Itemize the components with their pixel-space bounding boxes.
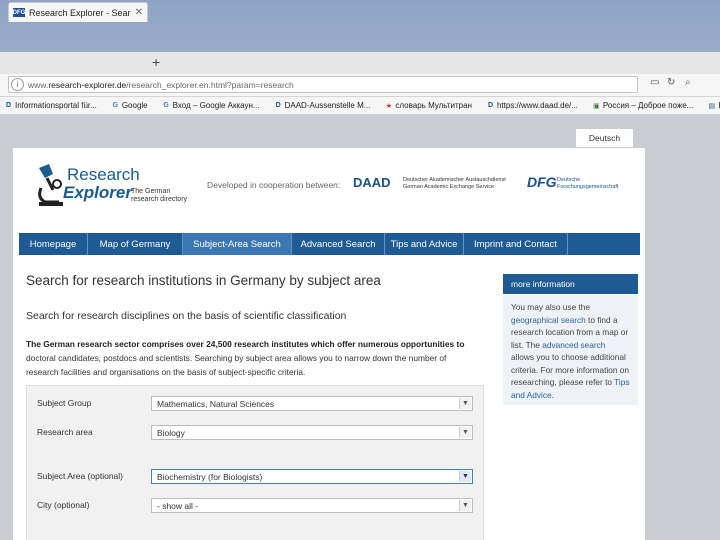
bookmark-item[interactable]: ▤Немецкий язык (703, 101, 720, 110)
bookmark-favicon-icon: ★ (385, 102, 393, 110)
chevron-down-icon: ▼ (459, 471, 471, 482)
dfg-favicon-icon: DFG (12, 8, 26, 17)
main-navigation: Homepage Map of Germany Subject-Area Searc… (19, 233, 640, 255)
research-explorer-logo[interactable]: Research Explorer The German research di… (33, 160, 193, 208)
subject-area-select[interactable]: Biochemistry (for Biologists) ▼ (151, 469, 473, 484)
bookmark-item[interactable]: G Вход – Google Аккаун... (158, 101, 260, 110)
dfg-subtitle: Deutsche Forschungsgemeinschaft (557, 177, 619, 190)
bookmark-favicon-icon: D (5, 102, 12, 109)
research-area-select[interactable]: Biology ▼ (151, 425, 473, 440)
bookmark-favicon-icon: D (487, 102, 493, 109)
bookmark-favicon-icon: ▤ (708, 102, 716, 110)
cooperation-text: Developed in cooperation between: (207, 180, 341, 190)
logo-text-research: Research (67, 165, 140, 184)
bookmark-item[interactable]: G Google (107, 101, 148, 110)
tab-title: Research Explorer - Search... (29, 7, 131, 18)
daad-logo[interactable]: DAAD (353, 175, 391, 190)
page-container: Research Explorer The German research di… (13, 148, 645, 540)
browser-tab-active[interactable]: DFG Research Explorer - Search... ✕ (8, 2, 148, 22)
bookmark-label: Google (121, 101, 148, 110)
page-title: Search for research institutions in Germ… (26, 273, 381, 288)
intro-paragraph: The German research sector comprises ove… (26, 339, 465, 377)
reload-icon[interactable]: ↻ (667, 77, 675, 88)
advanced-search-link[interactable]: advanced search (542, 340, 605, 350)
bookmark-label: Вход – Google Аккаун... (172, 101, 260, 110)
language-switch-button[interactable]: Deutsch (575, 128, 634, 148)
daad-subtitle: Deutscher Akademischer Austauschdienst G… (403, 177, 506, 190)
logo-text-explorer: Explorer (63, 183, 132, 202)
logo-subtitle: The German research directory (131, 188, 188, 203)
bookmark-label: Informationsportal für... (15, 101, 97, 110)
nav-item-map-of-germany[interactable]: Map of Germany (88, 233, 183, 255)
bookmark-favicon-icon: G (112, 102, 119, 109)
subject-group-select[interactable]: Mathematics, Natural Sciences ▼ (151, 396, 473, 411)
page-subtitle: Search for research disciplines on the b… (26, 310, 347, 322)
bookmark-item[interactable]: D DAAD-Aussenstelle M... (270, 101, 371, 110)
nav-item-homepage[interactable]: Homepage (19, 233, 88, 255)
bookmark-label: https://www.daad.de/... (496, 101, 578, 110)
dfg-logo[interactable]: DFG (527, 174, 557, 190)
nav-item-tips-and-advice[interactable]: Tips and Advice (385, 233, 464, 255)
new-tab-button[interactable]: + (152, 54, 160, 70)
nav-item-subject-area-search[interactable]: Subject-Area Search (183, 233, 292, 255)
bookmark-label: DAAD-Aussenstelle M... (284, 101, 371, 110)
sidebar-info-box: You may also use the geographical search… (503, 295, 638, 405)
nav-item-imprint-and-contact[interactable]: Imprint and Contact (464, 233, 568, 255)
bookmark-item[interactable]: ▣ Россия – Доброе поже... (588, 101, 693, 110)
chevron-down-icon: ▼ (459, 500, 471, 511)
city-select[interactable]: - show all - ▼ (151, 498, 473, 513)
bookmark-label: словарь Мультитран (395, 101, 472, 110)
research-area-label: Research area (37, 427, 93, 437)
chevron-down-icon: ▼ (459, 398, 471, 409)
bookmark-favicon-icon: D (275, 102, 281, 109)
bookmarks-bar: D Informationsportal für... G Google G Вход –… (0, 97, 720, 115)
tab-close-icon[interactable]: ✕ (135, 7, 143, 18)
sidebar-title: more information (503, 274, 638, 294)
page-viewport: Deutsch Research Explorer The German res… (0, 115, 720, 540)
bookmark-favicon-icon: G (163, 102, 169, 109)
bookmark-item[interactable]: D Informationsportal für... (0, 101, 97, 110)
site-info-icon[interactable]: i (11, 78, 24, 91)
search-icon[interactable]: ⌕ (685, 77, 691, 88)
browser-tab-strip (0, 52, 720, 75)
bookmark-item[interactable]: ★ словарь Мультитран (380, 101, 472, 110)
geographical-search-link[interactable]: geographical search (511, 315, 586, 325)
bookmark-favicon-icon: ▣ (593, 102, 600, 110)
nav-item-advanced-search[interactable]: Advanced Search (292, 233, 385, 255)
subject-group-label: Subject Group (37, 398, 92, 408)
reader-view-icon[interactable]: ▭ (650, 77, 659, 88)
search-form: Subject Group Mathematics, Natural Scien… (26, 385, 484, 540)
url-bar[interactable]: i www.research-explorer.de/research_expl… (8, 76, 638, 93)
bookmark-label: Россия – Доброе поже... (602, 101, 694, 110)
subject-area-label: Subject Area (optional) (37, 471, 123, 481)
bookmark-item[interactable]: Dhttps://www.daad.de/... (482, 101, 578, 110)
url-text: www.research-explorer.de/research_explor… (28, 79, 294, 90)
chevron-down-icon: ▼ (459, 427, 471, 438)
city-label: City (optional) (37, 500, 90, 510)
